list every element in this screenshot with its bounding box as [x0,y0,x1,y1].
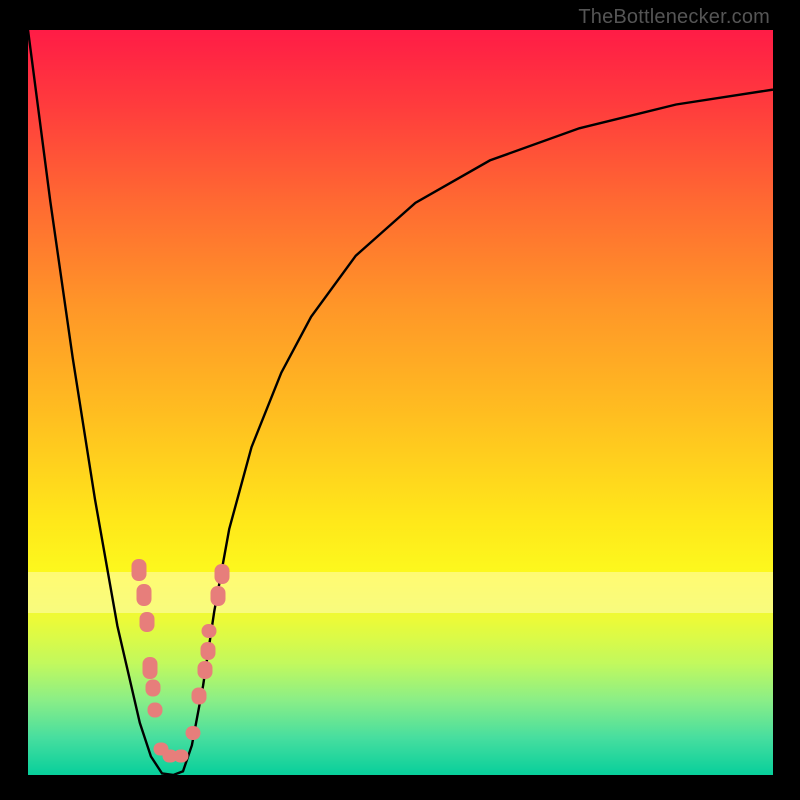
data-dot [210,586,225,606]
data-dot [146,679,161,696]
data-dot [185,726,200,740]
data-dot [197,661,212,679]
plot-area [28,30,773,775]
data-dot [192,688,207,705]
attribution-label: TheBottlenecker.com [578,6,770,29]
data-dot [140,612,155,632]
bottleneck-curve [28,30,773,775]
data-dot [137,584,152,606]
data-dot [143,657,158,679]
data-dot [201,642,216,660]
curve-path [28,30,773,775]
data-dot [132,559,147,581]
data-dot [215,564,230,584]
data-dot [148,703,163,718]
data-dot [173,750,188,763]
chart-frame: TheBottlenecker.com [0,0,800,800]
data-dot [202,624,217,638]
